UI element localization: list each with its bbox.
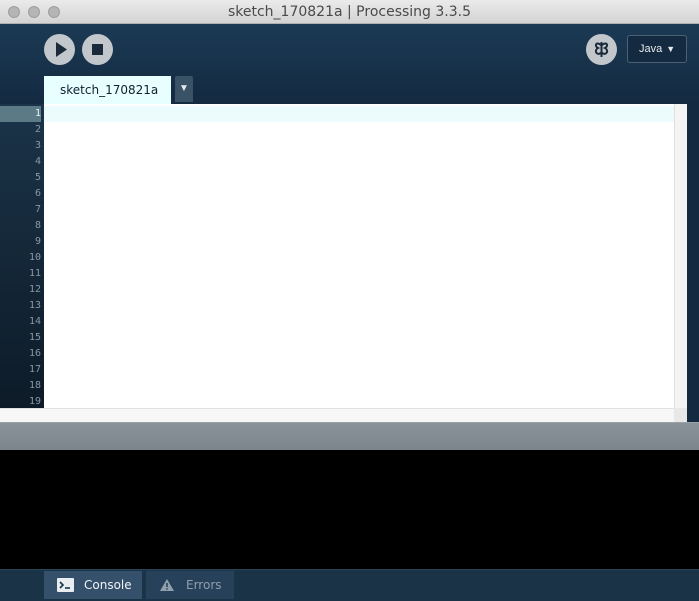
- line-number: 5: [34, 172, 41, 183]
- tab-sketch[interactable]: sketch_170821a: [44, 76, 171, 104]
- stop-icon: [92, 44, 103, 55]
- stop-button[interactable]: [82, 34, 113, 65]
- line-number: 17: [28, 364, 41, 375]
- line-number: 8: [34, 220, 41, 231]
- footer-bar: Console Errors: [0, 569, 699, 601]
- debug-button[interactable]: [586, 34, 617, 65]
- line-number: 11: [28, 268, 41, 279]
- title-bar: sketch_170821a | Processing 3.3.5: [0, 0, 699, 24]
- mode-selector[interactable]: Java ▼: [627, 35, 687, 63]
- current-line-highlight: [44, 106, 674, 122]
- line-number: 12: [28, 284, 41, 295]
- tab-errors[interactable]: Errors: [146, 571, 234, 599]
- line-number: 7: [34, 204, 41, 215]
- line-number: 13: [28, 300, 41, 311]
- line-number: 15: [28, 332, 41, 343]
- status-bar: [0, 422, 699, 450]
- warning-icon: [160, 579, 174, 591]
- line-number: 18: [28, 380, 41, 391]
- line-number-gutter: 1 2 3 4 5 6 7 8 9 10 11 12 13 14 15 16 17 18 19: [0, 104, 44, 408]
- run-button[interactable]: [44, 34, 75, 65]
- line-number: 6: [34, 188, 41, 199]
- terminal-icon: [57, 578, 74, 592]
- line-number: 3: [34, 140, 41, 151]
- console-output[interactable]: [0, 450, 699, 569]
- line-number: 1: [0, 106, 41, 122]
- scrollbar-corner: [674, 408, 687, 422]
- line-number: 14: [28, 316, 41, 327]
- line-number: 4: [34, 156, 41, 167]
- toolbar: Java ▼ sketch_170821a ▼: [0, 24, 699, 104]
- tab-console[interactable]: Console: [44, 571, 142, 599]
- window-title: sketch_170821a | Processing 3.3.5: [227, 4, 472, 20]
- line-number: 9: [34, 236, 41, 247]
- editor-border: [687, 104, 699, 422]
- line-number: 16: [28, 348, 41, 359]
- horizontal-scrollbar[interactable]: [0, 408, 674, 422]
- line-number: 2: [34, 124, 41, 135]
- butterfly-icon: [594, 42, 609, 57]
- code-editor[interactable]: [44, 104, 674, 408]
- mode-label: Java: [639, 43, 663, 55]
- errors-tab-label: Errors: [186, 578, 222, 592]
- tab-menu-button[interactable]: ▼: [175, 76, 193, 102]
- play-icon: [56, 42, 67, 57]
- chevron-down-icon: ▼: [666, 44, 676, 54]
- vertical-scrollbar[interactable]: [674, 104, 687, 408]
- line-number: 10: [28, 252, 41, 263]
- console-tab-label: Console: [84, 578, 132, 592]
